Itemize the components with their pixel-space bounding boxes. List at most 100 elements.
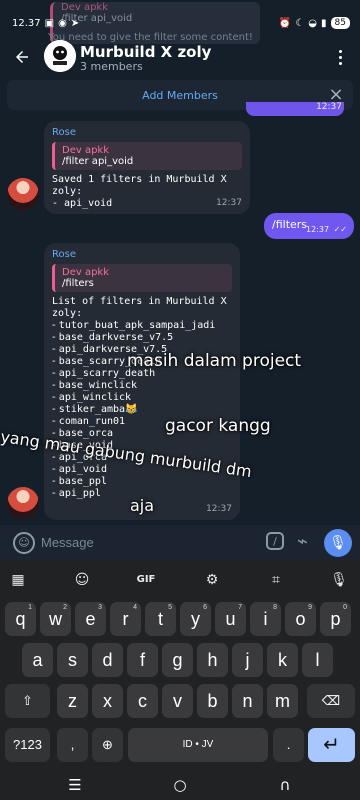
partial-outgoing-time: 12:37 (316, 102, 342, 112)
key-q-label: q (15, 609, 26, 629)
back-button[interactable] (6, 41, 38, 73)
key-z[interactable]: z (57, 684, 88, 718)
key-d-label: d (102, 650, 113, 670)
key-p-number: 0 (343, 604, 347, 611)
comma-key[interactable]: , (57, 728, 88, 762)
status-left: 12.37 ▣ ◉ ➤ (12, 10, 79, 36)
home-icon[interactable]: ○ (169, 775, 191, 795)
outgoing-message-time: 12:37 (305, 225, 330, 234)
notification-icon: ▣ (44, 17, 55, 29)
key-u[interactable]: u7 (215, 602, 246, 636)
key-t[interactable]: t5 (145, 602, 176, 636)
key-w[interactable]: w2 (40, 602, 71, 636)
filter-list-item: - base_darkverse_v7.5 (52, 332, 232, 344)
key-i[interactable]: i8 (250, 602, 281, 636)
filter-name: stiker_amba😹 (58, 404, 138, 415)
key-p[interactable]: p0 (320, 602, 351, 636)
paperclip-icon[interactable]: ⌁ (297, 532, 317, 552)
key-o[interactable]: o9 (285, 602, 316, 636)
key-l[interactable]: l (302, 643, 333, 677)
key-c-label: c (138, 691, 147, 711)
key-g[interactable]: g (162, 643, 193, 677)
add-members-label[interactable]: Add Members (142, 89, 218, 102)
comma-key-label: , (70, 737, 75, 752)
key-e[interactable]: e3 (75, 602, 106, 636)
group-avatar[interactable] (44, 40, 76, 72)
enter-key-label: ↵ (323, 734, 340, 756)
gif-button[interactable]: GIF (136, 570, 156, 590)
filter-name: base_ppl (58, 476, 107, 487)
command-icon[interactable]: / (266, 532, 284, 550)
key-u-number: 7 (238, 604, 242, 611)
key-c[interactable]: c (127, 684, 158, 718)
list-bullet: - (52, 368, 59, 379)
group-title[interactable]: Murbuild X zoly (80, 43, 211, 61)
key-y[interactable]: y6 (180, 602, 211, 636)
shift-key[interactable]: ⇧ (5, 684, 50, 718)
group-avatar-image (44, 40, 76, 72)
arrow-left-icon (16, 51, 28, 63)
key-j[interactable]: j (232, 643, 263, 677)
key-k[interactable]: k (267, 643, 298, 677)
rose-avatar[interactable] (7, 178, 39, 210)
globe-key[interactable]: ⊕ (92, 728, 123, 762)
key-r-label: r (122, 609, 129, 629)
filter-name: base_winclick (58, 380, 138, 391)
key-q[interactable]: q1 (5, 602, 36, 636)
key-r[interactable]: r4 (110, 602, 141, 636)
period-key[interactable]: . (273, 728, 304, 762)
translate-icon[interactable]: ⌗ (266, 570, 286, 590)
gear-icon[interactable]: ⚙ (202, 570, 222, 590)
key-i-number: 8 (273, 604, 277, 611)
microphone-button[interactable]: 🎙 (324, 529, 352, 557)
mic-icon[interactable]: 🎙 (329, 570, 349, 590)
key-x[interactable]: x (92, 684, 123, 718)
key-h[interactable]: h (197, 643, 228, 677)
list-bullet: - (52, 416, 59, 427)
key-m[interactable]: m (267, 684, 298, 718)
battery-indicator: 85 (330, 17, 350, 29)
key-a[interactable]: a (22, 643, 53, 677)
backspace-key[interactable]: ⌫ (307, 684, 355, 718)
key-g-label: g (172, 650, 183, 670)
key-v[interactable]: v (162, 684, 193, 718)
symbols-key[interactable]: ?123 (5, 728, 50, 762)
video-caption-text: masih dalam project (127, 351, 302, 371)
outgoing-message-meta: 12:37 ✓✓ (306, 225, 347, 234)
telegram-icon: ➤ (70, 17, 80, 29)
key-v-label: v (173, 691, 182, 711)
space-bar[interactable]: ID • JV (128, 728, 268, 762)
reply-preview[interactable]: Dev apkk /filter api_void (52, 142, 242, 170)
back-nav-icon[interactable]: ∩ (274, 775, 296, 795)
message-input[interactable] (41, 532, 181, 552)
incoming-message[interactable]: Rose Dev apkk /filters List of filters i… (44, 243, 240, 520)
enter-key[interactable]: ↵ (308, 728, 355, 762)
system-navigation-bar: ☰ ○ ∩ (0, 768, 360, 800)
alarm-icon: ⏰ (278, 17, 292, 29)
signal-icon: ▮ (321, 17, 327, 29)
period-key-label: . (286, 737, 291, 752)
rose-avatar[interactable] (7, 487, 39, 519)
key-n[interactable]: n (232, 684, 263, 718)
key-j-label: j (245, 650, 250, 670)
list-bullet: - (52, 344, 59, 355)
list-bullet: - (52, 488, 59, 499)
filter-list-item: - stiker_amba😹 (52, 404, 232, 416)
sticker-icon[interactable]: ☺ (72, 570, 92, 590)
outgoing-message[interactable]: /filters 12:37 ✓✓ (264, 213, 354, 239)
apps-icon[interactable]: ▦ (8, 570, 28, 590)
more-options-button[interactable] (326, 43, 354, 71)
key-w-number: 2 (63, 604, 67, 611)
filter-name: api_void (58, 464, 107, 475)
incoming-message[interactable]: Rose Dev apkk /filter api_void Saved 1 f… (44, 121, 250, 214)
recent-apps-icon[interactable]: ☰ (64, 775, 86, 795)
video-caption-text: aja (130, 496, 155, 515)
key-s[interactable]: s (57, 643, 88, 677)
key-f[interactable]: f (127, 643, 158, 677)
list-bullet: - (52, 332, 59, 343)
reply-preview[interactable]: Dev apkk /filters (52, 264, 232, 292)
key-b[interactable]: b (197, 684, 228, 718)
emoji-icon[interactable]: ☺ (13, 532, 35, 554)
key-d[interactable]: d (92, 643, 123, 677)
list-bullet: - (52, 392, 59, 403)
